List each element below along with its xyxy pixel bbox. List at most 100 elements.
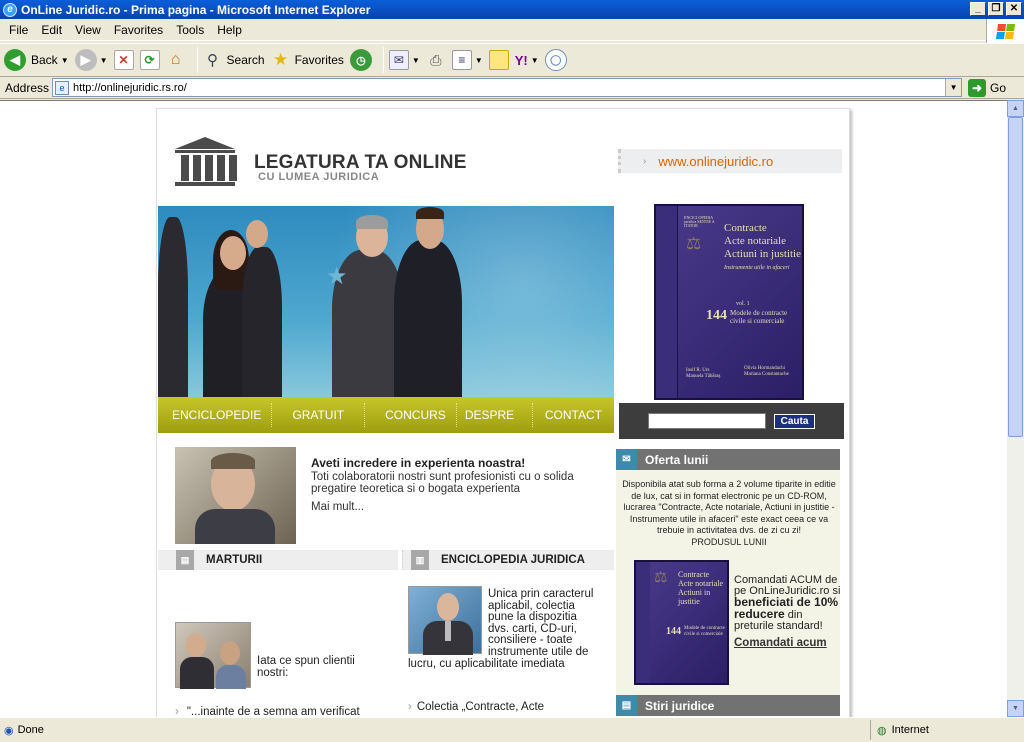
star-decoration-icon: ★ [326, 263, 348, 290]
messenger-icon: ◯ [544, 49, 567, 71]
offer-title: Oferta lunii [645, 452, 709, 467]
menu-tools[interactable]: Tools [176, 23, 204, 37]
edit-button[interactable]: ≡ ▼ [451, 50, 483, 70]
book-cover-small[interactable]: ⚖ Contracte Acte notariale Actiuni in ju… [634, 560, 729, 685]
scroll-down-icon[interactable]: ▼ [1007, 700, 1024, 717]
close-button[interactable]: ✕ [1006, 2, 1022, 16]
address-label: Address [5, 80, 50, 95]
internet-globe-icon: ◍ [877, 724, 887, 737]
toolbar-separator [196, 47, 198, 73]
site-search-input[interactable] [647, 413, 766, 429]
book-small-caption: ENCICLOPEDIA juridica SENTIE A ITATOR [684, 215, 715, 228]
envelope-icon: ✉ [616, 449, 637, 470]
restore-button[interactable]: ❐ [988, 2, 1004, 16]
forward-button[interactable]: ▶ ▼ [74, 49, 108, 71]
enciclopedia-header: ▥ ENCICLOPEDIA JURIDICA [402, 550, 614, 570]
page-done-icon: ◉ [4, 724, 14, 737]
back-arrow-icon: ◀ [4, 49, 26, 71]
testimonial-photo [175, 622, 251, 689]
note-icon [488, 50, 509, 70]
favorites-button[interactable]: ★ Favorites [271, 50, 344, 70]
forward-dropdown-icon[interactable]: ▼ [100, 56, 108, 65]
enciclopedia-item[interactable]: › Colectia „Contracte, Acte [408, 701, 544, 713]
address-input[interactable]: e http://onlinejuridic.rs.ro/ ▼ [52, 78, 963, 97]
nav-despre-noi[interactable]: DESPRE NOI [457, 403, 533, 446]
book-count: 144 [706, 308, 727, 323]
address-url[interactable]: http://onlinejuridic.rs.ro/ [73, 82, 187, 94]
offer-text-block: Disponibila atat sub forma a 2 volume ti… [622, 479, 836, 548]
messenger-button[interactable]: ◯ [544, 49, 567, 71]
yahoo-button[interactable]: Y! ▼ [515, 53, 539, 68]
smiling-man-photo [175, 447, 296, 544]
marturii-title: MARTURII [206, 554, 263, 566]
order-now-link[interactable]: Comandati acum [734, 637, 844, 649]
offer-header: ✉ Oferta lunii [616, 449, 840, 470]
nav-contact[interactable]: CONTACT [533, 403, 614, 427]
browser-viewport: LEGATURA TA ONLINE CU LUMEA JURIDICA › w… [0, 100, 1007, 717]
book-vol: vol. 1 [736, 301, 750, 307]
order-text-bold: beneficiati de 10% reducere [734, 595, 839, 621]
history-icon: ◷ [349, 49, 372, 71]
book-cover-large[interactable]: ENCICLOPEDIA juridica SENTIE A ITATOR ⚖ … [654, 204, 804, 400]
discuss-button[interactable] [488, 50, 509, 70]
forward-arrow-icon: ▶ [74, 49, 97, 71]
print-button[interactable]: ⎙ [426, 50, 446, 70]
home-button[interactable]: ⌂ [166, 50, 186, 70]
back-dropdown-icon[interactable]: ▼ [61, 56, 69, 65]
scroll-thumb[interactable] [1008, 117, 1023, 437]
small-book-count: 144 [666, 626, 681, 637]
stop-button[interactable]: ✕ [113, 50, 134, 70]
minimize-button[interactable]: _ [970, 2, 986, 16]
menu-view[interactable]: View [75, 23, 101, 37]
menu-favorites[interactable]: Favorites [114, 23, 163, 37]
search-label: Search [226, 53, 265, 67]
menu-edit[interactable]: Edit [41, 23, 62, 37]
vertical-scrollbar[interactable]: ▲ ▼ [1007, 100, 1024, 717]
enciclopedia-title: ENCICLOPEDIA JURIDICA [441, 554, 585, 566]
offer-text: Disponibila atat sub forma a 2 volume ti… [622, 479, 836, 535]
site-subheading: CU LUMEA JURIDICA [258, 171, 380, 183]
menu-bar: File Edit View Favorites Tools Help [0, 19, 1024, 41]
nav-concurs[interactable]: CONCURS [365, 403, 457, 427]
order-text-1: Comandati ACUM de pe OnLineJuridic.ro si [734, 574, 841, 597]
edit-page-icon: ≡ [451, 50, 472, 70]
site-search-bar: Cauta [619, 403, 844, 439]
news-icon: ▤ [616, 695, 637, 716]
nav-enciclopedie[interactable]: ENCICLOPEDIE [158, 403, 273, 427]
small-book-models-2: civile si comerciale [684, 632, 723, 637]
chevron-right-icon: › [643, 155, 647, 167]
book-author-4: Mariana Constantache [744, 372, 789, 377]
print-icon: ⎙ [430, 51, 442, 68]
address-dropdown-icon[interactable]: ▼ [945, 79, 962, 96]
nav-gratuit[interactable]: GRATUIT [272, 403, 366, 427]
go-arrow-icon: ➜ [968, 78, 987, 97]
book-subtitle: Instrumente utile in afaceri [724, 265, 790, 271]
marturii-header: ▤ MARTURII [158, 550, 398, 570]
site-url-box: › www.onlinejuridic.ro [618, 149, 842, 173]
book-icon: ▥ [411, 550, 429, 570]
windows-logo-icon [986, 19, 1024, 43]
intro-more-link[interactable]: Mai mult... [311, 501, 364, 513]
status-zone: Internet [891, 724, 929, 736]
web-page: LEGATURA TA ONLINE CU LUMEA JURIDICA › w… [156, 108, 850, 717]
scroll-up-icon[interactable]: ▲ [1007, 100, 1024, 117]
stiri-title: Stiri juridice [645, 698, 715, 713]
stop-icon: ✕ [113, 50, 134, 70]
refresh-button[interactable]: ⟳ [139, 50, 160, 70]
search-button[interactable]: ⚲ Search [203, 50, 265, 70]
mail-button[interactable]: ✉ ▼ [388, 50, 420, 70]
menu-file[interactable]: File [9, 23, 28, 37]
site-url-link[interactable]: www.onlinejuridic.ro [658, 154, 773, 169]
offer-product: PRODUSUL LUNII [691, 536, 767, 547]
main-nav: ENCICLOPEDIE GRATUIT CONCURS DESPRE NOI … [158, 397, 614, 446]
refresh-icon: ⟳ [139, 50, 160, 70]
window-title: OnLine Juridic.ro - Prima pagina - Micro… [21, 2, 371, 17]
small-book-title-2: Acte notariale [678, 579, 724, 588]
small-book-title-3: Actiuni in justitie [678, 588, 711, 606]
site-search-button[interactable]: Cauta [773, 413, 816, 429]
menu-help[interactable]: Help [217, 23, 242, 37]
yahoo-icon: Y! [514, 52, 528, 68]
go-button[interactable]: ➜ Go [968, 78, 1006, 97]
history-button[interactable]: ◷ [349, 49, 372, 71]
back-button[interactable]: ◀ Back ▼ [4, 49, 69, 71]
